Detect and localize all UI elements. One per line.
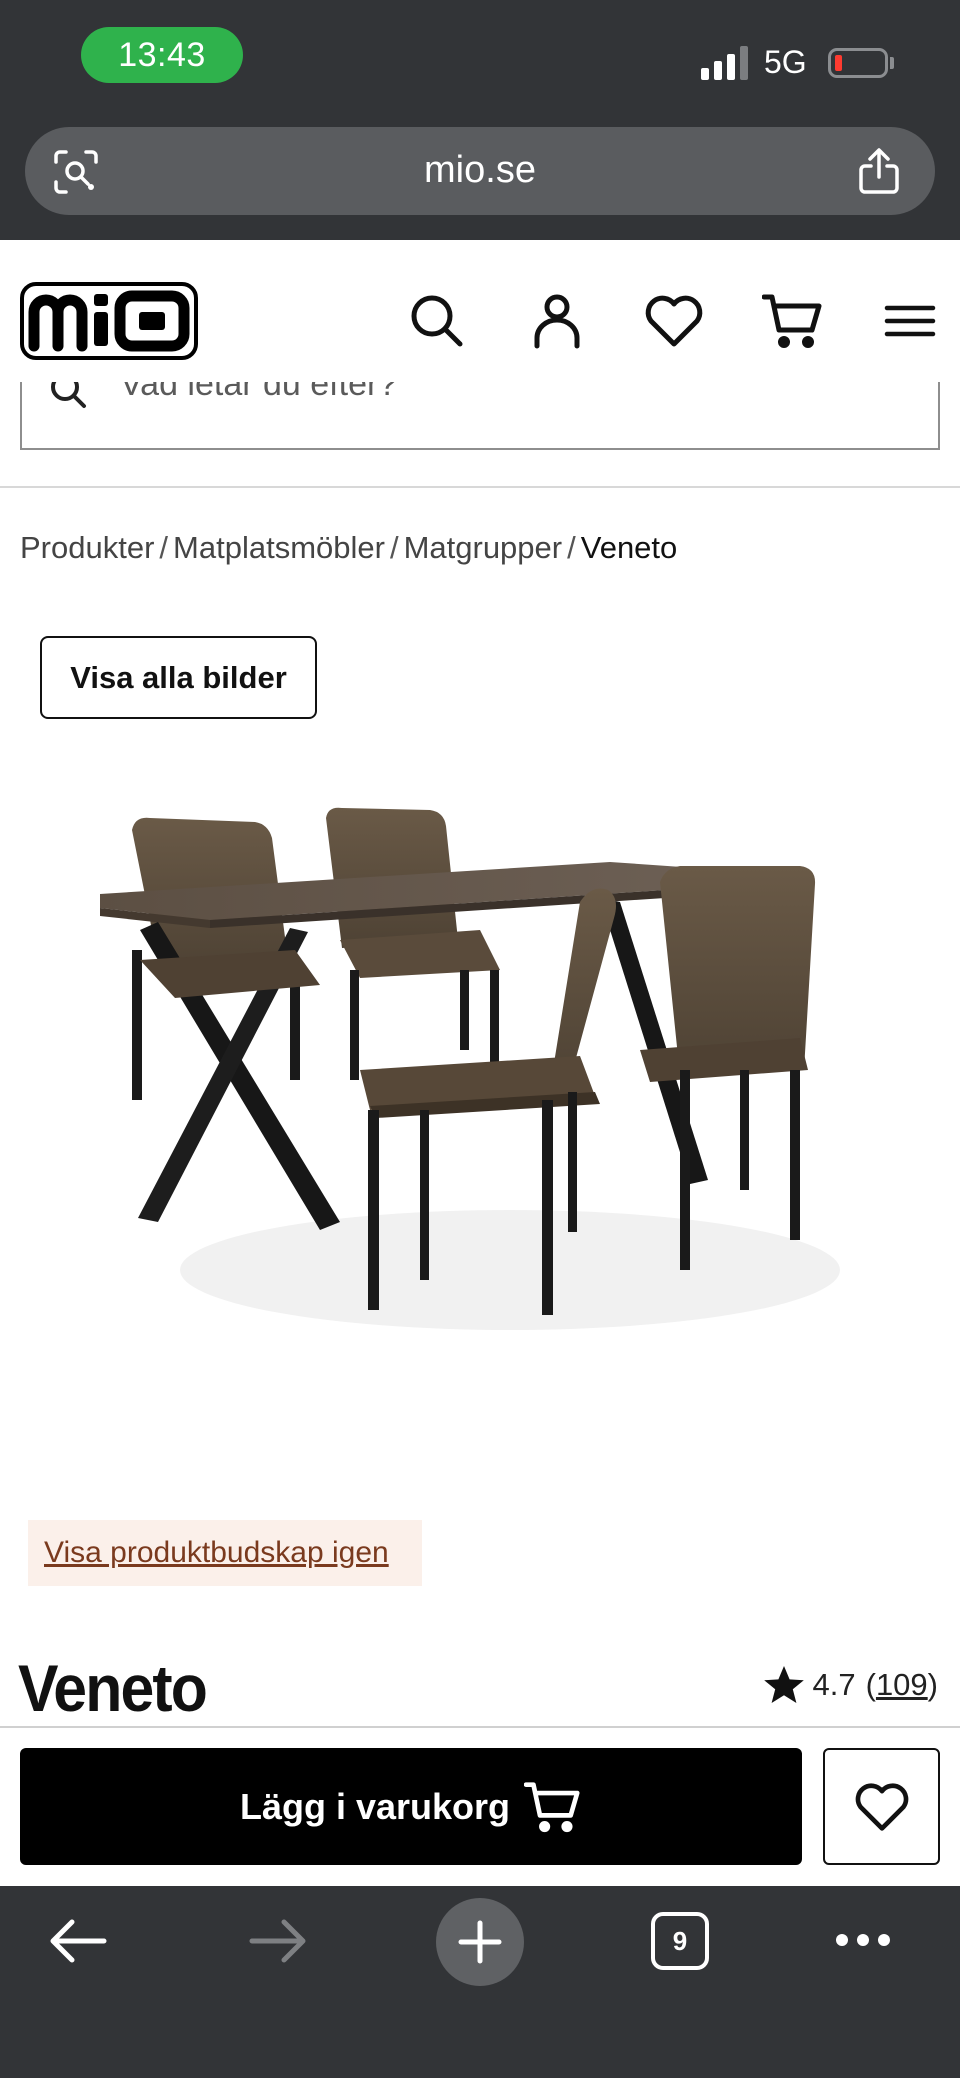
breadcrumb-matgrupper[interactable]: Matgrupper — [404, 530, 563, 565]
review-count-link[interactable]: 109 — [876, 1667, 928, 1703]
browser-bottom-bar: 9 — [0, 1886, 960, 2078]
cart-icon[interactable] — [762, 292, 824, 350]
rating-paren-open: ( — [865, 1667, 876, 1702]
battery-nub — [890, 57, 894, 69]
cart-button-icon — [524, 1781, 580, 1832]
share-icon[interactable] — [857, 147, 901, 195]
site-header — [0, 240, 960, 366]
sticky-action-bar: Lägg i varukorg — [0, 1728, 960, 1886]
breadcrumb-separator: / — [159, 530, 169, 565]
breadcrumb-separator: / — [567, 530, 576, 565]
battery-icon — [828, 48, 888, 78]
heart-icon[interactable] — [644, 292, 704, 350]
network-type: 5G — [764, 44, 807, 80]
mio-logo[interactable] — [20, 282, 198, 360]
new-tab-button[interactable] — [436, 1898, 524, 1986]
search-field-icon — [51, 378, 86, 408]
breadcrumb: Produkter / Matplatsmöbler / Matgrupper / Vene… — [20, 530, 677, 566]
rating-value: 4.7 — [812, 1667, 856, 1702]
new-tab-plus-icon — [458, 1920, 502, 1964]
breadcrumb-matplatsmobler[interactable]: Matplatsmöbler — [173, 530, 385, 565]
view-all-images-button[interactable]: Visa alla bilder — [40, 636, 317, 719]
product-image[interactable] — [80, 770, 880, 1390]
breadcrumb-separator: / — [389, 530, 399, 565]
browser-toolbar: mio.se — [0, 118, 960, 240]
star-icon — [763, 1666, 804, 1703]
breadcrumb-produkter[interactable]: Produkter — [20, 530, 154, 565]
back-arrow-icon[interactable] — [48, 1916, 108, 1966]
forward-arrow-icon[interactable] — [248, 1916, 308, 1966]
product-message-box: Visa produktbudskap igen — [28, 1520, 422, 1586]
account-icon[interactable] — [528, 292, 586, 350]
status-time: 13:43 — [81, 27, 243, 83]
product-rating: 4.7 (109) — [763, 1664, 938, 1706]
add-to-wishlist-button[interactable] — [823, 1748, 940, 1865]
product-title: Veneto — [18, 1651, 208, 1725]
breadcrumb-current: Veneto — [580, 530, 678, 565]
rating-paren-close: ) — [927, 1667, 938, 1702]
search-icon[interactable] — [408, 292, 466, 350]
show-product-message-link[interactable]: Visa produktbudskap igen — [44, 1536, 389, 1570]
add-to-cart-button[interactable]: Lägg i varukorg — [20, 1748, 802, 1865]
menu-icon[interactable] — [884, 292, 936, 350]
status-bar: 13:43 5G — [0, 0, 960, 118]
header-divider — [0, 486, 960, 488]
add-to-cart-label: Lägg i varukorg — [239, 1785, 511, 1827]
tabs-icon[interactable]: 9 — [651, 1912, 709, 1970]
heart-icon — [855, 1782, 908, 1831]
signal-strength-icon — [701, 46, 748, 80]
address-bar[interactable]: mio.se — [25, 127, 935, 215]
url-text[interactable]: mio.se — [25, 149, 935, 192]
more-icon[interactable] — [834, 1932, 892, 1948]
